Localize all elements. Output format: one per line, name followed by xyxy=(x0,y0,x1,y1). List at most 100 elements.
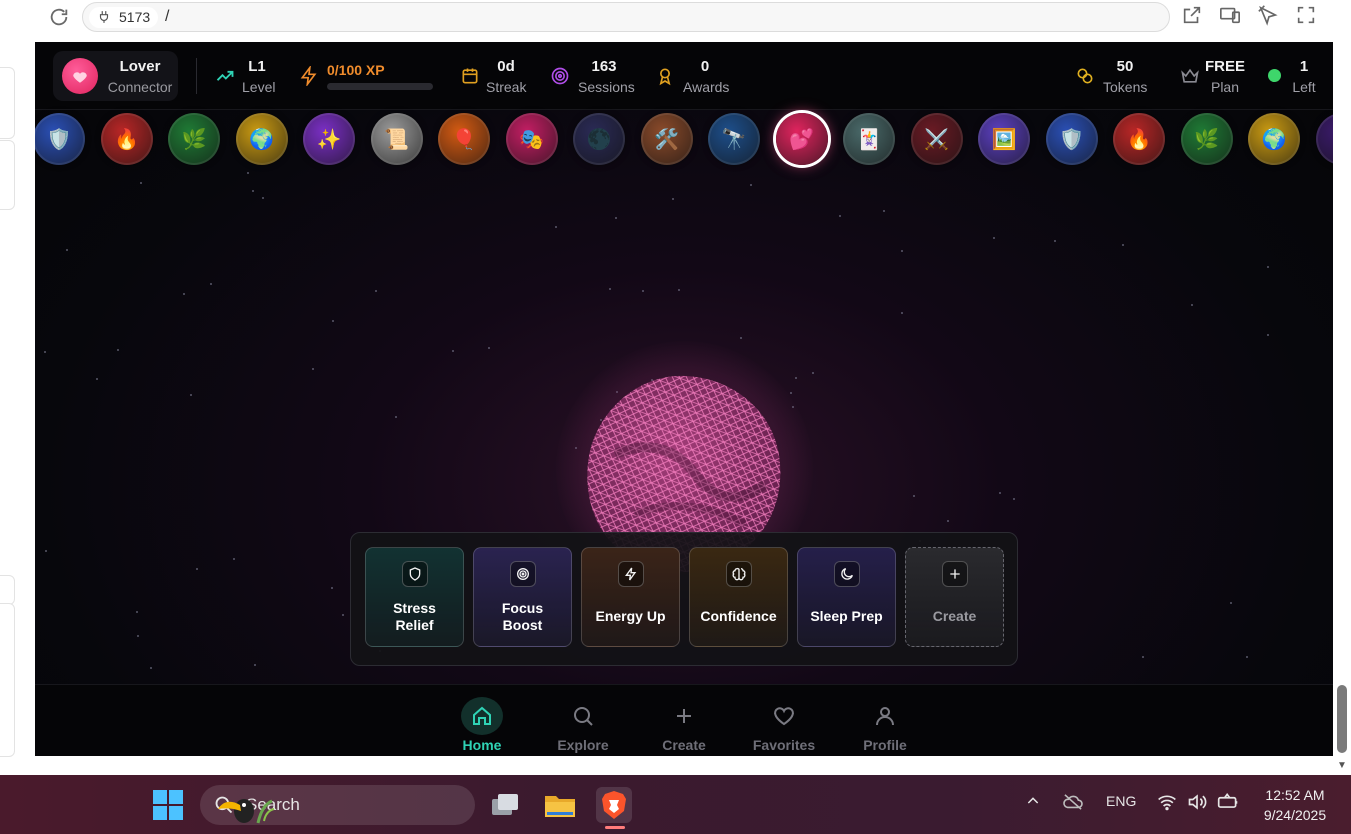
nav-label: Create xyxy=(662,737,706,753)
star xyxy=(488,347,490,349)
file-explorer-icon[interactable] xyxy=(542,787,578,823)
badge-carousel[interactable]: 🛡️ 🔥 🌿 🌍 ✨ 📜 🎈 🎭 🌑 🛠️ 🔭 💕 🃏 ⚔️ 🖼️ 🛡️ 🔥 🌿 🌍 xyxy=(35,110,1333,168)
achievement-badge[interactable]: 🔥 xyxy=(1113,113,1165,165)
star xyxy=(901,250,903,252)
search-icon xyxy=(562,697,604,735)
target-icon xyxy=(510,561,536,587)
language-indicator[interactable]: ENG xyxy=(1106,793,1136,809)
nav-label: Explore xyxy=(557,737,609,753)
task-view-icon[interactable] xyxy=(487,787,523,823)
star xyxy=(254,664,256,666)
star xyxy=(901,312,903,314)
achievement-badge[interactable]: ⚔️ xyxy=(910,113,963,165)
tokens-value: 50 xyxy=(1116,58,1134,75)
page-scrollbar[interactable]: ▼ xyxy=(1333,0,1351,775)
achievement-badge[interactable]: 📜 xyxy=(370,113,423,165)
star xyxy=(812,372,814,374)
quick-action-sleep-prep-button[interactable]: Sleep Prep xyxy=(797,547,896,647)
achievement-badge[interactable]: 💕 xyxy=(775,113,828,165)
achievement-badge[interactable]: 🌑 xyxy=(573,113,625,165)
battery-icon[interactable] xyxy=(1217,792,1239,814)
achievement-badge[interactable]: 🔥 xyxy=(100,113,153,165)
star xyxy=(678,289,680,291)
windows-start-icon[interactable] xyxy=(153,790,183,820)
star xyxy=(795,377,797,379)
fullscreen-icon[interactable] xyxy=(1295,4,1319,28)
star xyxy=(947,520,949,522)
inspect-cursor-icon[interactable] xyxy=(1257,4,1281,28)
nav-explore[interactable]: Explore xyxy=(548,695,618,753)
nav-label: Home xyxy=(462,737,502,753)
star xyxy=(395,416,397,418)
achievement-badge[interactable]: 🎈 xyxy=(438,113,490,165)
background-card xyxy=(0,67,15,139)
nav-profile[interactable]: Profile xyxy=(850,695,920,753)
star xyxy=(137,635,139,637)
quick-action-create-button[interactable]: Create xyxy=(905,547,1004,647)
achievement-badge[interactable]: 🛠️ xyxy=(640,113,693,165)
achievement-badge[interactable]: 🛡️ xyxy=(1045,113,1098,165)
nav-favorites[interactable]: Favorites xyxy=(749,695,819,753)
nav-label: Favorites xyxy=(752,737,816,753)
quick-action-stress-relief-button[interactable]: Stress Relief xyxy=(365,547,464,647)
quick-action-label: Energy Up xyxy=(595,608,666,624)
brain-icon xyxy=(726,561,752,587)
streak-value: 0d xyxy=(497,58,515,75)
star xyxy=(452,350,454,352)
achievement-badge[interactable]: 🌍 xyxy=(1248,113,1300,165)
achievement-badge[interactable]: 🛡️ xyxy=(35,113,85,165)
achievement-badge[interactable]: 🌍 xyxy=(235,113,288,165)
quick-action-confidence-button[interactable]: Confidence xyxy=(689,547,788,647)
star xyxy=(247,172,249,174)
achievement-badge[interactable] xyxy=(1315,113,1333,165)
achievement-badge[interactable]: 🌿 xyxy=(168,113,220,165)
star xyxy=(96,378,98,380)
site-info-chip[interactable]: 5173 xyxy=(89,7,159,28)
star xyxy=(615,217,617,219)
star xyxy=(233,558,235,560)
address-bar[interactable]: 5173 / xyxy=(82,2,1170,32)
star xyxy=(331,587,333,589)
achievement-badge[interactable]: 🎭 xyxy=(505,113,558,165)
wifi-icon[interactable] xyxy=(1157,793,1177,814)
system-clock[interactable]: 12:52 AM 9/24/2025 xyxy=(1255,785,1335,825)
star xyxy=(210,283,212,285)
xp-progress-bar xyxy=(327,83,433,90)
profile-pill[interactable]: Lover Connector xyxy=(53,51,178,101)
achievement-badge[interactable]: 🃏 xyxy=(843,113,895,165)
clock-date: 9/24/2025 xyxy=(1263,807,1327,823)
reload-icon[interactable] xyxy=(48,6,74,32)
device-toggle-icon[interactable] xyxy=(1219,4,1243,28)
show-hidden-icons-chevron-icon[interactable] xyxy=(1025,793,1041,812)
star xyxy=(45,550,47,552)
scrollbar-thumb[interactable] xyxy=(1337,685,1347,753)
quick-action-label: Create xyxy=(932,608,977,624)
browser-tools xyxy=(1181,4,1333,28)
star xyxy=(150,667,152,669)
nav-create[interactable]: Create xyxy=(649,695,719,753)
quick-action-focus-boost-button[interactable]: Focus Boost xyxy=(473,547,572,647)
remaining-value: 1 xyxy=(1299,58,1309,75)
stats-divider xyxy=(196,58,197,94)
quick-action-energy-up-button[interactable]: Energy Up xyxy=(581,547,680,647)
sessions-label: Sessions xyxy=(578,79,635,95)
achievement-badge[interactable]: ✨ xyxy=(303,113,355,165)
star xyxy=(1013,498,1015,500)
taskbar-search[interactable]: Search xyxy=(200,785,475,825)
volume-icon[interactable] xyxy=(1187,793,1207,814)
star xyxy=(913,495,915,497)
achievement-badge[interactable]: 🖼️ xyxy=(978,113,1030,165)
cloud-offline-icon[interactable] xyxy=(1062,793,1084,814)
achievement-badge[interactable]: 🌿 xyxy=(1180,113,1233,165)
plan-value: FREE xyxy=(1204,58,1245,75)
status-dot xyxy=(1268,69,1281,82)
star xyxy=(999,492,1001,494)
nav-home[interactable]: Home xyxy=(447,695,517,753)
achievement-badge[interactable]: 🔭 xyxy=(708,113,760,165)
brave-browser-icon[interactable] xyxy=(596,787,632,823)
star xyxy=(332,320,334,322)
bolt-icon xyxy=(300,66,317,86)
calendar-icon xyxy=(462,68,478,84)
open-external-icon[interactable] xyxy=(1181,4,1205,28)
scroll-down-arrow[interactable]: ▼ xyxy=(1337,760,1347,771)
